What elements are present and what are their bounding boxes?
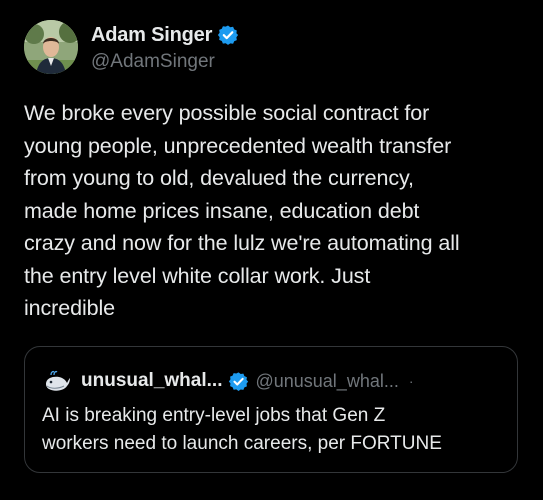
quoted-tweet[interactable]: unusual_whal... @unusual_whal... · AI is… bbox=[24, 346, 518, 473]
author-handle[interactable]: @AdamSinger bbox=[91, 51, 215, 73]
author-avatar[interactable] bbox=[24, 20, 78, 74]
tweet-card: Adam Singer @AdamSinger We broke every p… bbox=[0, 0, 543, 500]
quoted-text: AI is breaking entry-level jobs that Gen… bbox=[42, 405, 442, 454]
quoted-author-name: unusual_whal... bbox=[81, 370, 223, 391]
quoted-author-handle: @unusual_whal... bbox=[255, 370, 399, 391]
quoted-avatar bbox=[42, 367, 72, 397]
verified-badge-icon bbox=[228, 371, 249, 392]
separator-dot: · bbox=[408, 373, 414, 389]
verified-badge-icon bbox=[217, 24, 239, 46]
quoted-header: unusual_whal... @unusual_whal... · bbox=[81, 369, 414, 393]
tweet-text: We broke every possible social contract … bbox=[24, 101, 460, 320]
author-name-row: Adam Singer bbox=[91, 22, 239, 48]
whale-icon bbox=[42, 367, 72, 397]
profile-photo-icon bbox=[24, 20, 78, 74]
author-name[interactable]: Adam Singer bbox=[91, 24, 212, 47]
